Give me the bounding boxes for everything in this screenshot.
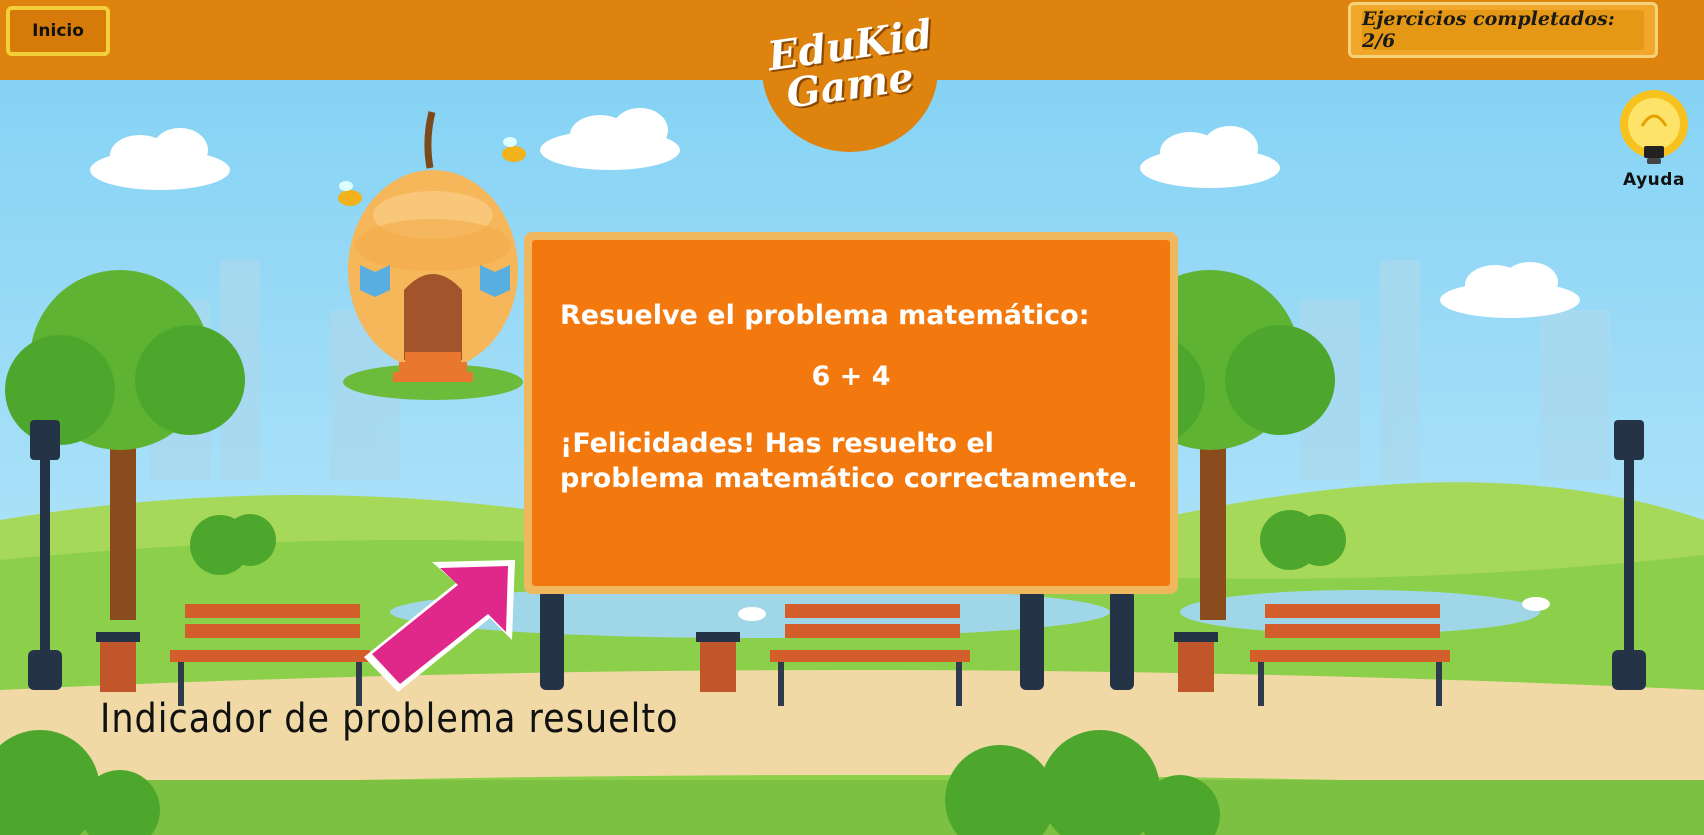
problem-prompt: Resuelve el problema matemático:	[560, 300, 1090, 331]
annotation-caption: Indicador de problema resuelto	[100, 696, 679, 743]
success-message: ¡Felicidades! Has resuelto el problema m…	[560, 428, 1138, 494]
home-button[interactable]: Inicio	[6, 6, 110, 56]
help-button[interactable]: Ayuda	[1612, 86, 1696, 196]
lightbulb-icon	[1620, 90, 1688, 164]
help-label: Ayuda	[1623, 170, 1685, 190]
logo: EduKid Game	[755, 0, 945, 155]
progress-text: Ejercicios completados: 2/6	[1362, 8, 1644, 52]
progress-counter: Ejercicios completados: 2/6	[1348, 2, 1658, 58]
problem-dialog: Resuelve el problema matemático: 6 + 4 ¡…	[524, 232, 1178, 594]
problem-expression: 6 + 4	[811, 361, 891, 392]
problem-dialog-body: Resuelve el problema matemático: 6 + 4 ¡…	[532, 240, 1170, 586]
